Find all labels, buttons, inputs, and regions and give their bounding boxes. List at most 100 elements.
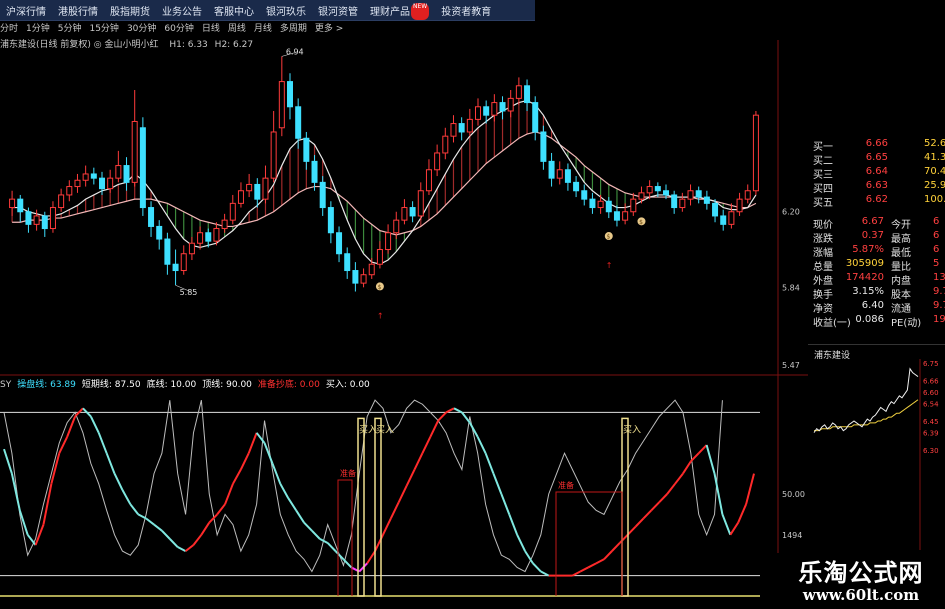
operation-line-segment <box>200 522 211 536</box>
candle-body <box>246 183 253 192</box>
bid-row[interactable]: 买五 6.62 100.3 <box>808 194 945 209</box>
candle-body <box>442 135 449 154</box>
candle-body <box>556 169 563 179</box>
operation-line-segment <box>89 416 100 434</box>
operation-line-segment <box>690 452 700 463</box>
operation-line-segment <box>279 483 290 499</box>
signal-arrow-icon: ↑ <box>377 311 384 320</box>
stat-value-2: 6 <box>933 216 940 227</box>
candle-body <box>540 131 547 162</box>
candle-body <box>188 242 195 255</box>
operation-line-segment <box>611 542 621 552</box>
candle-body <box>311 160 318 183</box>
operation-line-segment <box>445 407 455 414</box>
operation-line-segment <box>224 483 234 505</box>
stat-value: 3.15% <box>852 286 884 297</box>
stat-row: 涨幅 5.87% 最低 6 <box>808 244 945 259</box>
candle-body <box>720 215 727 225</box>
mini-y-label: 6.60 <box>923 389 939 397</box>
candle-body <box>663 190 669 196</box>
operation-line-segment <box>642 509 653 520</box>
candle-body <box>450 123 457 137</box>
operation-line-segment <box>666 483 676 495</box>
bid-row[interactable]: 买一 6.66 52.6 <box>808 138 945 153</box>
candle-body <box>327 207 334 234</box>
stat-label: 总量 <box>813 262 833 273</box>
candle-body <box>703 196 710 204</box>
operation-line-segment <box>587 562 597 569</box>
candle-body <box>74 179 81 188</box>
candle-body <box>278 81 285 129</box>
candle-body <box>736 198 743 213</box>
bid-label: 买五 <box>813 198 833 209</box>
candle-body <box>581 190 588 200</box>
bid-row[interactable]: 买二 6.65 41.3 <box>808 152 945 167</box>
operation-line-segment <box>295 509 305 524</box>
ready-bracket <box>337 479 353 596</box>
candle-body <box>319 181 326 209</box>
buy-signal-glyph: $ <box>639 219 643 226</box>
indicator-legend-item: 底线: 10.00 <box>146 380 197 390</box>
chart-canvas[interactable]: 6.20 5.84 5.47 6.94 5.85 $ $ $ ↑ ↑ 50.00 1494 买入 买入 买入… <box>0 0 808 609</box>
candle-body <box>564 169 571 183</box>
operation-line-segment <box>137 513 147 520</box>
candle-body <box>744 190 751 200</box>
candle-body <box>393 219 400 234</box>
operation-line-segment <box>26 534 37 546</box>
candle-body <box>524 85 531 104</box>
candle-body <box>499 102 506 112</box>
stat-label: 现价 <box>813 220 833 231</box>
stat-label-2: 流通 <box>891 304 911 315</box>
stat-label-2: 今开 <box>891 220 911 231</box>
candle-body <box>613 211 620 221</box>
indicator-title[interactable]: SY <box>0 380 11 390</box>
operation-line-segment <box>484 452 495 474</box>
bid-price: 6.66 <box>865 138 888 149</box>
operation-line-segment <box>97 432 108 454</box>
candle-body <box>156 225 163 240</box>
candle-body <box>679 198 686 209</box>
operation-line-segment <box>397 485 408 503</box>
bid-label: 买一 <box>813 142 833 153</box>
candle-body <box>164 238 171 265</box>
indicator-legend-item: 买入: 0.00 <box>325 380 370 390</box>
bid-volume: 52.6 <box>924 138 945 149</box>
operation-line-segment <box>334 550 345 560</box>
operation-line-segment <box>105 452 116 474</box>
stat-value: 0.086 <box>855 314 884 325</box>
stat-label: 净资 <box>813 304 833 315</box>
candle-body <box>401 207 408 221</box>
candle-body <box>82 173 89 181</box>
operation-line-segment <box>389 501 400 519</box>
operation-line-segment <box>508 514 519 536</box>
bid-row[interactable]: 买三 6.64 70.4 <box>808 166 945 181</box>
bid-price: 6.62 <box>865 194 888 205</box>
low-price-label: 5.85 <box>180 288 198 297</box>
watermark: 乐淘公式网 www.60lt.com <box>777 553 945 609</box>
candle-body <box>205 232 212 242</box>
operation-line-segment <box>121 489 132 505</box>
bid-price: 6.65 <box>865 152 888 163</box>
candle-body <box>507 97 514 112</box>
candle-body <box>41 215 48 230</box>
candle-body <box>654 186 661 192</box>
stat-value-2: 6 <box>933 230 940 241</box>
operation-line-segment <box>374 534 384 552</box>
indicator-legend: SY 操盘线: 63.89 短期线: 87.50 底线: 10.00 顶线: 90.00… <box>0 377 376 390</box>
mini-y-label: 6.30 <box>923 447 939 455</box>
operation-line-segment <box>129 503 140 516</box>
operation-line-segment <box>405 469 416 487</box>
operation-line-segment <box>184 544 195 552</box>
operation-line-segment <box>342 558 353 569</box>
operation-line-segment <box>721 514 732 536</box>
candle-body <box>33 215 40 225</box>
mini-y-label: 6.39 <box>923 430 939 438</box>
operation-line-segment <box>429 420 440 438</box>
operation-line-segment <box>603 550 613 560</box>
candle-body <box>139 127 146 209</box>
bid-row[interactable]: 买四 6.63 25.9 <box>808 180 945 195</box>
mini-avg-line <box>814 399 919 432</box>
stat-label-2: 内盘 <box>891 276 911 287</box>
operation-line-segment <box>366 550 376 564</box>
candle-body <box>336 232 343 255</box>
